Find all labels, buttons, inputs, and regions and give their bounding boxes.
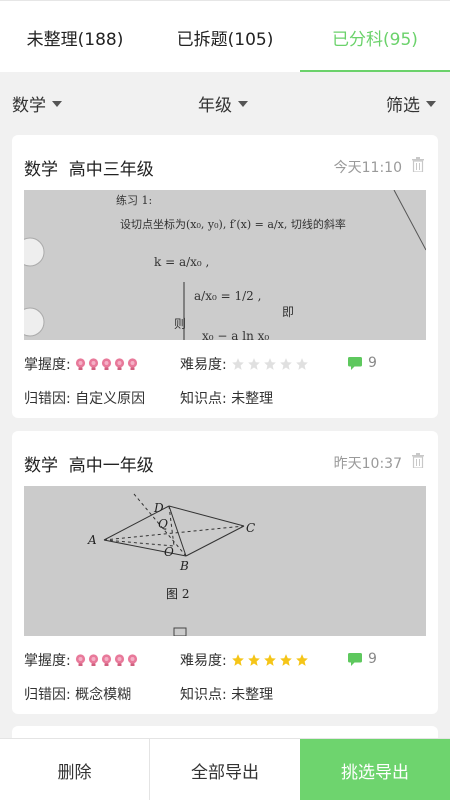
photo-line: k = a/x₀ , — [154, 255, 209, 269]
difficulty-stars — [231, 357, 309, 371]
star-empty-icon — [279, 358, 292, 370]
lightbulb-icon — [101, 357, 111, 370]
lightbulb-icon — [75, 357, 85, 370]
star-filled-icon — [263, 654, 276, 666]
photo-line: 即 — [282, 305, 294, 319]
photo-line: 练习 1: — [116, 193, 152, 207]
error-reason: 归错因: 概念模糊 — [24, 687, 132, 703]
trash-icon[interactable] — [412, 453, 424, 468]
card-timestamp: 昨天10:37 — [333, 456, 402, 472]
delete-button[interactable]: 删除 — [0, 739, 150, 800]
vertex-label: A — [87, 533, 97, 547]
photo-line: 则 — [174, 317, 186, 331]
lightbulb-icon — [114, 357, 124, 370]
lightbulb-icon — [88, 357, 98, 370]
photo-line: x₀ − a ln x₀ — [202, 329, 269, 340]
card-title: 数学 高中一年级 — [24, 456, 154, 476]
error-reason: 归错因: 自定义原因 — [24, 391, 146, 407]
lightbulb-icon — [127, 653, 137, 666]
difficulty-stars — [231, 653, 309, 667]
question-card[interactable]: 数学 高中三年级 今天11:10 练习 1: 设切点坐标为(x₀, y₀), f… — [12, 135, 438, 418]
subject-dropdown[interactable]: 数学 — [12, 72, 62, 134]
star-filled-icon — [231, 654, 244, 666]
star-empty-icon — [247, 358, 260, 370]
trash-icon[interactable] — [412, 157, 424, 172]
star-empty-icon — [263, 358, 276, 370]
lightbulb-icon — [114, 653, 124, 666]
filter-bar: 数学 年级 筛选 — [0, 72, 450, 134]
grade-dropdown[interactable]: 年级 — [198, 72, 248, 134]
vertex-label: D — [153, 501, 164, 515]
mastery-rating: 掌握度: — [24, 354, 138, 374]
mastery-label: 掌握度: — [24, 653, 71, 669]
question-card[interactable]: 数学 高中一年级 昨天10:37 A B C D O Q 图 2 掌握度: 难易… — [12, 431, 438, 714]
vertex-label: B — [179, 559, 189, 573]
question-photo[interactable]: A B C D O Q 图 2 — [24, 486, 426, 636]
mastery-dots — [75, 653, 138, 667]
filter-dropdown[interactable]: 筛选 — [386, 72, 436, 134]
difficulty-label: 难易度: — [180, 653, 227, 669]
filter-dropdown-label: 筛选 — [386, 95, 420, 116]
comment-count-value: 9 — [368, 355, 377, 371]
lightbulb-icon — [88, 653, 98, 666]
tab-split[interactable]: 已拆题(105) — [150, 1, 300, 73]
star-empty-icon — [295, 358, 308, 370]
question-photo[interactable]: 练习 1: 设切点坐标为(x₀, y₀), f′(x) = a/x, 切线的斜率… — [24, 190, 426, 340]
subject-dropdown-label: 数学 — [12, 95, 46, 116]
caret-down-icon — [52, 101, 62, 107]
tab-bar: 未整理(188) 已拆题(105) 已分科(95) — [0, 0, 450, 73]
bottom-action-bar: 删除 全部导出 挑选导出 — [0, 738, 450, 800]
mastery-rating: 掌握度: — [24, 650, 138, 670]
comment-count[interactable]: 9 — [348, 651, 377, 667]
lightbulb-icon — [127, 357, 137, 370]
star-filled-icon — [279, 654, 292, 666]
difficulty-label: 难易度: — [180, 357, 227, 373]
mastery-dots — [75, 357, 138, 371]
star-filled-icon — [295, 654, 308, 666]
mastery-label: 掌握度: — [24, 357, 71, 373]
tab-unsorted[interactable]: 未整理(188) — [0, 1, 150, 73]
photo-line: 设切点坐标为(x₀, y₀), f′(x) = a/x, 切线的斜率 — [120, 217, 346, 231]
card-title: 数学 高中三年级 — [24, 160, 154, 180]
figure-caption: 图 2 — [166, 587, 189, 601]
caret-down-icon — [238, 101, 248, 107]
lightbulb-icon — [75, 653, 85, 666]
vertex-label: Q — [158, 517, 168, 531]
knowledge-point: 知识点: 未整理 — [180, 687, 274, 703]
vertex-label: O — [164, 545, 174, 559]
difficulty-rating: 难易度: — [180, 354, 309, 374]
star-empty-icon — [231, 358, 244, 370]
vertex-label: C — [246, 521, 255, 535]
comment-count[interactable]: 9 — [348, 355, 377, 371]
caret-down-icon — [426, 101, 436, 107]
photo-line: a/x₀ = 1/2 , — [194, 289, 261, 303]
comment-icon — [348, 356, 362, 370]
lightbulb-icon — [101, 653, 111, 666]
difficulty-rating: 难易度: — [180, 650, 309, 670]
export-selected-button[interactable]: 挑选导出 — [300, 739, 450, 800]
tab-classified[interactable]: 已分科(95) — [300, 1, 450, 73]
comment-icon — [348, 652, 362, 666]
knowledge-point: 知识点: 未整理 — [180, 391, 274, 407]
comment-count-value: 9 — [368, 651, 377, 667]
card-timestamp: 今天11:10 — [333, 160, 402, 176]
star-filled-icon — [247, 654, 260, 666]
export-all-button[interactable]: 全部导出 — [150, 739, 300, 800]
grade-dropdown-label: 年级 — [198, 95, 232, 116]
